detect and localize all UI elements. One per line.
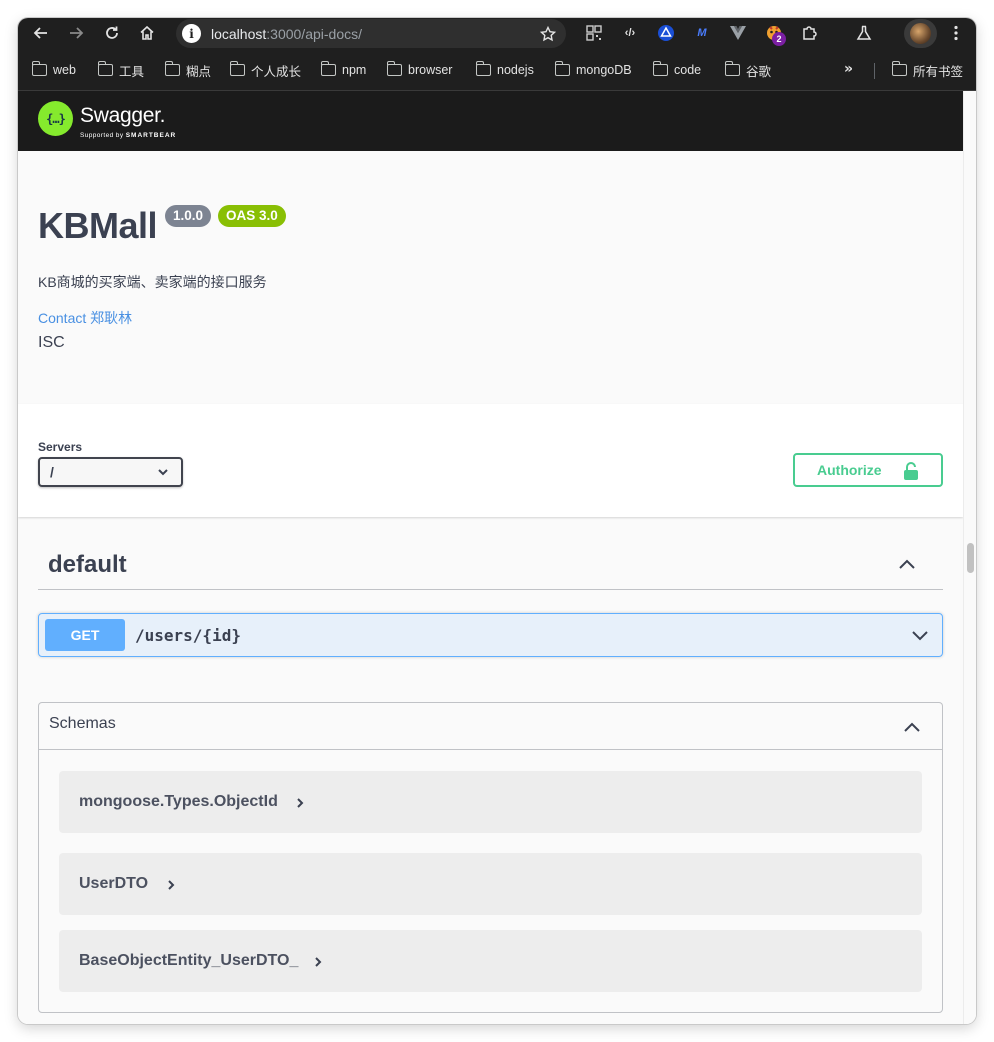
page-viewport: {…} Swagger. Supported by SMARTBEAR KBMa… (18, 91, 976, 1024)
avatar (910, 23, 931, 44)
schema-name: mongoose.Types.ObjectId (79, 793, 278, 810)
back-icon[interactable] (31, 23, 51, 43)
vue-devtools-icon[interactable] (728, 23, 748, 43)
swagger-topbar: {…} Swagger. Supported by SMARTBEAR (18, 91, 963, 151)
version-badge: 1.0.0 (165, 205, 212, 227)
all-bookmarks-folder[interactable]: 所有书签 (891, 61, 963, 79)
operation-get-users-id[interactable]: GET /users/{id} (38, 613, 943, 657)
reload-icon[interactable] (102, 23, 122, 43)
folder-icon (386, 61, 402, 76)
profile-button[interactable] (904, 19, 937, 48)
scrollbar-thumb[interactable] (967, 543, 974, 573)
bookmarks-bar: web 工具 糊点 个人成长 npm browser nodejs mongoD… (18, 48, 976, 91)
code-extension-icon[interactable]: ‹/› (620, 23, 640, 43)
schema-item[interactable]: mongoose.Types.ObjectId (59, 771, 922, 833)
api-title: KBMall (38, 205, 158, 246)
chevron-up-icon[interactable] (902, 717, 922, 742)
url-text[interactable]: localhost:3000/api-docs/ (211, 26, 362, 42)
bookmark-folder-nodejs[interactable]: nodejs (475, 61, 534, 79)
oas-badge: OAS 3.0 (218, 205, 286, 227)
bookmark-folder-web[interactable]: web (31, 61, 76, 79)
home-icon[interactable] (137, 23, 157, 43)
schema-item[interactable]: BaseObjectEntity_UserDTO_ (59, 930, 922, 992)
triangle-extension-icon[interactable] (656, 23, 676, 43)
license-text: ISC (38, 334, 65, 351)
extension-badge: 2 (772, 32, 786, 46)
servers-label: Servers (38, 440, 83, 454)
qr-extension-icon[interactable] (584, 23, 604, 43)
chevron-right-icon[interactable] (295, 796, 305, 814)
bookmark-folder-npm[interactable]: npm (320, 61, 366, 79)
bookmarks-divider (874, 63, 875, 79)
folder-icon (724, 61, 740, 76)
address-bar[interactable]: i localhost:3000/api-docs/ (176, 19, 566, 48)
chevron-right-icon[interactable] (313, 955, 323, 973)
folder-icon (554, 61, 570, 76)
folder-icon (97, 61, 113, 76)
folder-icon (652, 61, 668, 76)
bookmark-star-icon[interactable] (538, 24, 558, 44)
bookmark-folder-code[interactable]: code (652, 61, 701, 79)
bookmark-folder-tools[interactable]: 工具 (97, 61, 144, 79)
more-menu-icon[interactable] (948, 23, 964, 43)
folder-icon (475, 61, 491, 76)
browser-toolbar: i localhost:3000/api-docs/ ‹/› M 2 (18, 18, 976, 48)
chevron-down-icon[interactable] (910, 626, 930, 651)
api-description: KB商城的买家端、卖家端的接口服务 (38, 274, 267, 290)
folder-icon (891, 61, 907, 76)
swagger-logo-icon[interactable]: {…} (38, 101, 73, 136)
schemas-section: Schemas mongoose.Types.ObjectId UserDTO (38, 702, 943, 1013)
schema-name: BaseObjectEntity_UserDTO_ (79, 952, 299, 969)
tag-section-header[interactable]: default (38, 541, 943, 590)
swagger-brand[interactable]: Swagger. (80, 104, 165, 128)
bookmark-folder-mongodb[interactable]: mongoDB (554, 61, 632, 79)
folder-icon (164, 61, 180, 76)
folder-icon (31, 61, 47, 76)
http-method-badge: GET (45, 619, 125, 651)
bookmark-folder-growth[interactable]: 个人成长 (229, 61, 301, 79)
bookmark-folder-google[interactable]: 谷歌 (724, 61, 771, 79)
schema-item[interactable]: UserDTO (59, 853, 922, 915)
page-scrollbar[interactable] (963, 91, 976, 1024)
site-info-icon[interactable]: i (182, 24, 201, 43)
tag-title: default (48, 551, 127, 578)
forward-icon[interactable] (66, 23, 86, 43)
servers-selected-value: / (50, 464, 54, 480)
authorize-label: Authorize (817, 462, 882, 478)
schemas-header[interactable]: Schemas (39, 703, 942, 750)
bookmarks-overflow-button[interactable]: » (844, 61, 853, 77)
folder-icon (320, 61, 336, 76)
smartbear-tagline: Supported by SMARTBEAR (80, 132, 177, 139)
scheme-container: Servers / Authorize (18, 404, 963, 517)
authorize-button[interactable]: Authorize (793, 453, 943, 487)
schema-name: UserDTO (79, 875, 149, 892)
browser-window: i localhost:3000/api-docs/ ‹/› M 2 web 工… (18, 18, 976, 1024)
chevron-up-icon[interactable] (897, 554, 917, 579)
api-info: KBMall 1.0.0 OAS 3.0 KB商城的买家端、卖家端的接口服务 C… (18, 151, 963, 404)
servers-select[interactable]: / (38, 457, 183, 487)
labs-flask-icon[interactable] (854, 23, 874, 43)
m-extension-icon[interactable]: M (692, 23, 712, 43)
folder-icon (229, 61, 245, 76)
swagger-ui: {…} Swagger. Supported by SMARTBEAR KBMa… (18, 91, 963, 1024)
extensions-puzzle-icon[interactable] (800, 23, 820, 43)
lock-icon (903, 461, 919, 484)
operation-path: /users/{id} (135, 626, 241, 645)
chevron-right-icon[interactable] (166, 878, 176, 896)
bookmark-folder-points[interactable]: 糊点 (164, 61, 211, 79)
schemas-title: Schemas (49, 715, 116, 732)
bookmark-folder-browser[interactable]: browser (386, 61, 452, 79)
contact-link[interactable]: Contact 郑耿林 (38, 308, 132, 328)
chevron-down-icon (157, 465, 169, 481)
